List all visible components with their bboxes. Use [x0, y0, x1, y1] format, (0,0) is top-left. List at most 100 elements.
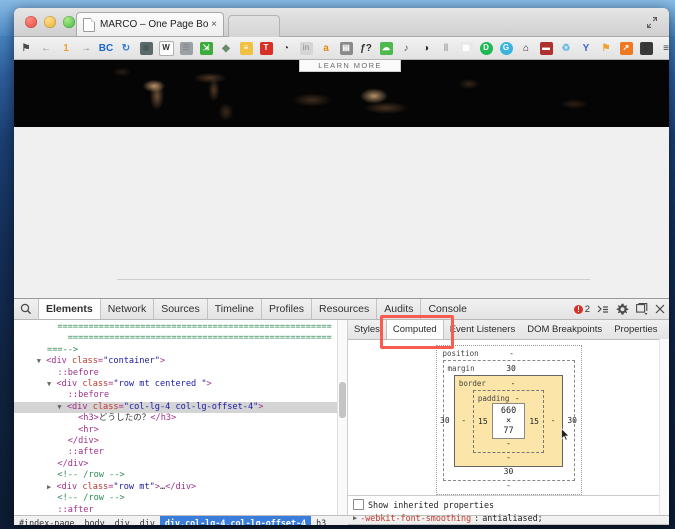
fullscreen-icon[interactable]: [645, 16, 659, 29]
pocket-icon[interactable]: ◉: [136, 38, 156, 58]
devtools-tab-profiles[interactable]: Profiles: [261, 299, 311, 319]
sidebar-tab-styles[interactable]: Styles: [348, 320, 386, 339]
back-arrow-icon[interactable]: ←: [36, 38, 56, 58]
dom-tree-node[interactable]: ▼ <div class="col-lg-4 col-lg-offset-4">: [14, 401, 347, 414]
notes-yellow-icon[interactable]: ≡: [236, 38, 256, 58]
gear-icon[interactable]: [616, 303, 629, 316]
font-inspect-icon[interactable]: ƒ?: [356, 38, 376, 58]
pinboard-icon[interactable]: ▤: [336, 38, 356, 58]
analytics-bar-icon[interactable]: ‖: [436, 38, 456, 58]
pushbullet-icon[interactable]: D: [476, 38, 496, 58]
dom-tree-node[interactable]: ▼ <div class="container">: [14, 356, 347, 367]
dock-position-icon[interactable]: [636, 303, 648, 315]
sidebar-tab-strip[interactable]: Styles Computed Event Listeners DOM Breakpo…: [348, 315, 669, 349]
dom-tree-node[interactable]: <!-- /row -->: [14, 493, 347, 504]
border-left-value[interactable]: -: [459, 416, 469, 425]
position-top-value[interactable]: -: [509, 349, 514, 358]
search-icon[interactable]: [14, 303, 38, 315]
border-bottom-value[interactable]: -: [459, 453, 558, 462]
sidebar-scrollbar[interactable]: [659, 339, 669, 515]
devtools-tab-audits[interactable]: Audits: [376, 299, 420, 319]
sidebar-tab-properties[interactable]: Properties: [608, 320, 663, 339]
computed-property-row[interactable]: ▶ -webkit-font-smoothing: antialiased;: [348, 512, 669, 524]
close-devtools-icon[interactable]: [655, 304, 665, 314]
ghostery-icon[interactable]: G: [496, 38, 516, 58]
amazon-icon[interactable]: a: [316, 38, 336, 58]
window-controls[interactable]: [25, 16, 75, 28]
clock-icon[interactable]: ◔: [276, 38, 296, 58]
position-bottom-value[interactable]: -: [443, 481, 575, 490]
music-note-icon[interactable]: ♪: [396, 38, 416, 58]
bc-bluecoat-icon[interactable]: BC: [96, 38, 116, 58]
margin-top-value[interactable]: 30: [506, 364, 516, 373]
dom-tree-node[interactable]: <!-- /row -->: [14, 470, 347, 481]
breadcrumb-item[interactable]: div: [110, 516, 135, 525]
box-model-content-size[interactable]: 660 × 77: [491, 403, 526, 439]
margin-bottom-value[interactable]: 30: [448, 467, 570, 476]
breadcrumb-item[interactable]: body: [79, 516, 109, 525]
devtools-tab-resources[interactable]: Resources: [311, 299, 376, 319]
todoist-icon[interactable]: T: [256, 38, 276, 58]
filter-input[interactable]: Filter: [348, 524, 669, 525]
margin-left-value[interactable]: 30: [440, 416, 450, 425]
padding-left-value[interactable]: 15: [478, 417, 488, 426]
breadcrumb-item[interactable]: h3: [311, 516, 331, 525]
incognito-mask-icon[interactable]: ▬: [536, 38, 556, 58]
breadcrumb-item[interactable]: div.col-lg-4.col-lg-offset-4: [159, 516, 312, 525]
box-model-position[interactable]: position - margin 30 30 border - - paddi…: [435, 345, 582, 495]
error-count-badge[interactable]: 2: [573, 304, 590, 315]
devtools-tab-console[interactable]: Console: [420, 299, 474, 319]
border-top-value[interactable]: -: [511, 379, 516, 388]
box-model-padding[interactable]: padding - 15 660 × 77 15 -: [472, 390, 545, 453]
devtools-tab-timeline[interactable]: Timeline: [206, 299, 261, 319]
box-model-border[interactable]: border - - padding - 15 660 × 77 15 - - …: [453, 375, 564, 467]
margin-right-value[interactable]: 30: [567, 416, 577, 425]
show-inherited-checkbox[interactable]: [353, 499, 364, 510]
expand-triangle-icon[interactable]: ▶: [353, 514, 357, 522]
bookmark-flag-icon[interactable]: ⚑: [16, 38, 36, 58]
linkedin-icon[interactable]: in: [296, 38, 316, 58]
minimize-window-button[interactable]: [44, 16, 56, 28]
forward-arrow-icon[interactable]: →: [76, 38, 96, 58]
yandex-icon[interactable]: Y: [576, 38, 596, 58]
padding-right-value[interactable]: 15: [529, 417, 539, 426]
calendar-icon[interactable]: ▦: [456, 38, 476, 58]
owl-icon[interactable]: ◑: [416, 38, 436, 58]
devtools-tab-sources[interactable]: Sources: [153, 299, 207, 319]
dom-tree-node[interactable]: ::before: [14, 368, 347, 379]
dom-tree-node[interactable]: </div>: [14, 436, 347, 447]
tab-count-1-icon[interactable]: 1: [56, 38, 76, 58]
dom-tree-node[interactable]: ::after: [14, 505, 347, 516]
dom-tree-scrollbar[interactable]: [337, 320, 347, 515]
film-strip-icon[interactable]: ▒: [636, 38, 656, 58]
home-icon[interactable]: ⌂: [516, 38, 536, 58]
dom-tree-node[interactable]: ▶ <div class="row mt">…</div>: [14, 482, 347, 493]
dom-tree-pane[interactable]: ========================================…: [14, 320, 348, 515]
dom-tree-node[interactable]: ========================================…: [14, 322, 347, 333]
dom-tree-node[interactable]: </div>: [14, 459, 347, 470]
console-drawer-icon[interactable]: [597, 304, 609, 315]
devtools-tab-strip[interactable]: Elements Network Sources Timeline Profiles Re…: [38, 299, 474, 319]
learn-more-button[interactable]: LEARN MORE: [299, 60, 401, 72]
dom-tree-node[interactable]: ::before: [14, 390, 347, 401]
breadcrumb-item[interactable]: div: [135, 516, 160, 525]
dom-tree-node[interactable]: ===-->: [14, 345, 347, 356]
extensions-toolbar[interactable]: ⚑ ← 1 → BC ↻ ◉ W ☰ ⇲ ◆ ≡ T ◔ in a ▤ ƒ? ☁ ♪ ◑ ‖ ▦ D G ⌂ ▬ ♻ Y ⚑ ↗ ▒ ≡: [14, 37, 669, 60]
sidebar-tab-event-listeners[interactable]: Event Listeners: [444, 320, 521, 339]
browser-tab[interactable]: MARCO – One Page Bootstr ×: [76, 12, 224, 36]
dom-tree-scroll-thumb[interactable]: [339, 382, 346, 418]
computed-properties-list[interactable]: ▶ -webkit-font-smoothing: antialiased;: [348, 512, 669, 524]
close-window-button[interactable]: [25, 16, 37, 28]
elephant-note-icon[interactable]: ◆: [216, 38, 236, 58]
evernote-clipper-icon[interactable]: ⇲: [196, 38, 216, 58]
padding-bottom-value[interactable]: -: [478, 439, 539, 448]
awesome-screenshot-icon[interactable]: ☁: [376, 38, 396, 58]
close-tab-icon[interactable]: ×: [211, 19, 217, 30]
border-right-value[interactable]: -: [548, 416, 558, 425]
dom-tree-node[interactable]: ========================================…: [14, 333, 347, 344]
show-inherited-row[interactable]: Show inherited properties: [348, 495, 669, 512]
devtools-toolbar-actions[interactable]: 2: [573, 299, 665, 319]
wikipedia-w-icon[interactable]: W: [156, 38, 176, 58]
dom-tree-node[interactable]: <hr>: [14, 425, 347, 436]
new-tab-button[interactable]: [228, 15, 280, 37]
